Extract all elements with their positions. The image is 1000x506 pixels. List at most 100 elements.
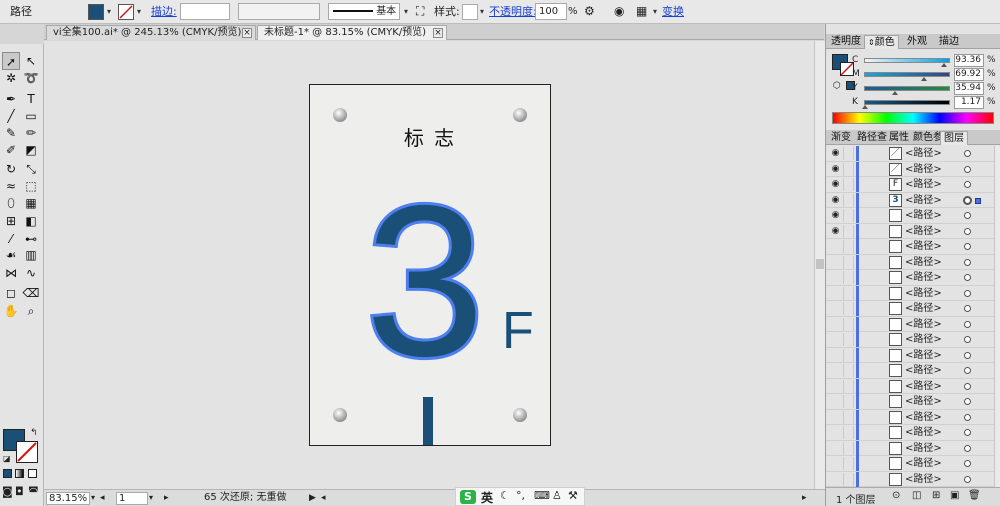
delete-layer-icon[interactable]: 🗑	[968, 490, 981, 501]
half-width-moon-icon[interactable]: ☾	[500, 489, 510, 502]
layer-row[interactable]: <路径>	[826, 456, 996, 472]
visibility-eye-icon[interactable]	[830, 272, 841, 283]
visibility-eye-icon[interactable]	[830, 443, 841, 454]
sogou-logo-icon[interactable]: S	[460, 490, 476, 504]
layer-name[interactable]: <路径>	[905, 379, 942, 394]
yellow-value-field[interactable]: 35.94	[954, 82, 984, 95]
target-circle-icon[interactable]	[964, 336, 971, 343]
cyan-slider-knob[interactable]	[941, 63, 948, 67]
visibility-eye-icon[interactable]	[830, 427, 841, 438]
target-circle-icon[interactable]	[963, 195, 972, 205]
width-tool-icon[interactable]: ⋈	[2, 264, 20, 282]
layer-row[interactable]: ◉ <路径>	[826, 208, 996, 224]
visibility-eye-icon[interactable]	[830, 458, 841, 469]
yellow-slider-track[interactable]	[864, 86, 950, 91]
none-mode-icon[interactable]	[28, 469, 37, 478]
lock-toggle[interactable]	[843, 193, 854, 207]
layer-name[interactable]: <路径>	[905, 456, 942, 471]
opacity-panel-link[interactable]: 不透明度:	[489, 3, 537, 20]
color-mode-icon[interactable]	[3, 469, 12, 478]
target-circle-icon[interactable]	[964, 150, 971, 157]
target-circle-icon[interactable]	[964, 305, 971, 312]
artboard[interactable]: 标 志 3 F	[309, 84, 551, 446]
tab-gradient[interactable]: 渐变	[828, 131, 854, 145]
draw-behind-icon[interactable]: ◘	[15, 485, 24, 498]
layer-row[interactable]: <路径>	[826, 301, 996, 317]
layer-name[interactable]: <路径>	[905, 146, 942, 161]
target-circle-icon[interactable]	[964, 243, 971, 250]
warp-tool-icon[interactable]: ≈	[2, 177, 20, 195]
lock-toggle[interactable]	[843, 364, 854, 377]
tab-untitled-1[interactable]: 未标题-1* @ 83.15% (CMYK/预览) ×	[257, 25, 447, 40]
layer-name[interactable]: <路径>	[905, 193, 942, 208]
target-circle-icon[interactable]	[964, 289, 971, 297]
lock-toggle[interactable]	[843, 457, 854, 470]
gradient-mode-icon[interactable]	[15, 469, 24, 478]
document-canvas[interactable]: 标 志 3 F	[44, 41, 814, 489]
layer-row[interactable]: <路径>	[826, 425, 996, 441]
lock-toggle[interactable]	[843, 178, 854, 191]
cyan-value-field[interactable]: 93.36	[954, 54, 984, 67]
visibility-eye-icon[interactable]	[830, 350, 841, 361]
align-icon[interactable]: ▦	[636, 3, 647, 20]
selection-indicator[interactable]	[975, 197, 981, 204]
free-transform-tool-icon[interactable]: ⬚	[22, 177, 40, 195]
direct-selection-tool-icon[interactable]: ↖	[22, 52, 40, 70]
stroke-color-box[interactable]	[16, 441, 38, 463]
zoom-tool-icon[interactable]: ⌕	[22, 302, 40, 320]
layer-row[interactable]: ◉ 3 <路径>	[826, 192, 996, 208]
layer-row[interactable]: <路径>	[826, 440, 996, 456]
artboard-number-field[interactable]: 1	[116, 492, 148, 505]
target-circle-icon[interactable]	[964, 351, 971, 359]
swap-fill-stroke-icon[interactable]: ↰	[30, 428, 38, 438]
tab-appearance[interactable]: 外观	[904, 35, 930, 49]
lock-toggle[interactable]	[843, 472, 854, 486]
lock-toggle[interactable]	[843, 317, 854, 331]
visibility-eye-icon[interactable]	[830, 474, 841, 485]
lock-toggle[interactable]	[843, 302, 854, 315]
layer-row[interactable]: <路径>	[826, 378, 996, 394]
target-circle-icon[interactable]	[964, 413, 971, 421]
slice-tool-icon[interactable]: ⌫	[22, 284, 40, 302]
magic-wand-tool-icon[interactable]: ✲	[2, 69, 20, 87]
magenta-value-field[interactable]: 69.92	[954, 68, 984, 81]
layer-name[interactable]: <路径>	[905, 270, 942, 285]
lock-toggle[interactable]	[843, 395, 854, 408]
layer-name[interactable]: <路径>	[905, 425, 942, 440]
visibility-eye-icon[interactable]: ◉	[830, 179, 841, 190]
next-artboard-icon[interactable]: ▸	[164, 492, 169, 505]
locate-object-icon[interactable]: ⊙	[892, 490, 900, 501]
black-slider-knob[interactable]	[862, 105, 868, 109]
document-setup-icon[interactable]: ⚙	[584, 3, 595, 20]
magenta-slider-knob[interactable]	[921, 77, 928, 81]
black-slider-track[interactable]	[864, 100, 950, 105]
new-sublayer-icon[interactable]: ⊞	[932, 490, 940, 501]
transform-panel-link[interactable]: 变换	[662, 3, 684, 20]
width-variant-tool-icon[interactable]: ∿	[22, 264, 40, 282]
layer-name[interactable]: <路径>	[905, 208, 942, 223]
tab-layers[interactable]: 图层	[940, 131, 968, 145]
line-segment-tool-icon[interactable]: ╱	[2, 107, 20, 125]
make-clipping-mask-icon[interactable]: ◫	[912, 490, 921, 501]
layer-row[interactable]: <路径>	[826, 332, 996, 348]
layer-row[interactable]: ◉ F <路径>	[826, 177, 996, 193]
symbol-sprayer-tool-icon[interactable]: ☙	[2, 246, 20, 264]
tab-color[interactable]: ⇕颜色	[864, 35, 899, 49]
tab-stroke[interactable]: 描边	[936, 35, 962, 49]
perspective-grid-tool-icon[interactable]: ▦	[22, 194, 40, 212]
layer-row[interactable]: <路径>	[826, 239, 996, 255]
visibility-eye-icon[interactable]: ◉	[830, 164, 841, 175]
target-circle-icon[interactable]	[964, 320, 971, 328]
recolor-artwork-icon[interactable]: ⛶	[416, 3, 424, 20]
black-value-field[interactable]: 1.17	[954, 96, 984, 109]
scroll-left-icon[interactable]: ◂	[321, 492, 326, 505]
gradient-tool-icon[interactable]: ◧	[22, 212, 40, 230]
target-circle-icon[interactable]	[964, 398, 971, 405]
visibility-eye-icon[interactable]	[830, 288, 841, 299]
brush-definition-select[interactable]: 基本	[328, 3, 400, 20]
zoom-dropdown-icon[interactable]: ▾	[91, 492, 95, 505]
lock-toggle[interactable]	[843, 348, 854, 362]
tab-attributes[interactable]: 属性	[886, 131, 912, 145]
hand-tool-icon[interactable]: ✋	[2, 302, 20, 320]
zoom-level-field[interactable]: 83.15%	[46, 492, 90, 505]
